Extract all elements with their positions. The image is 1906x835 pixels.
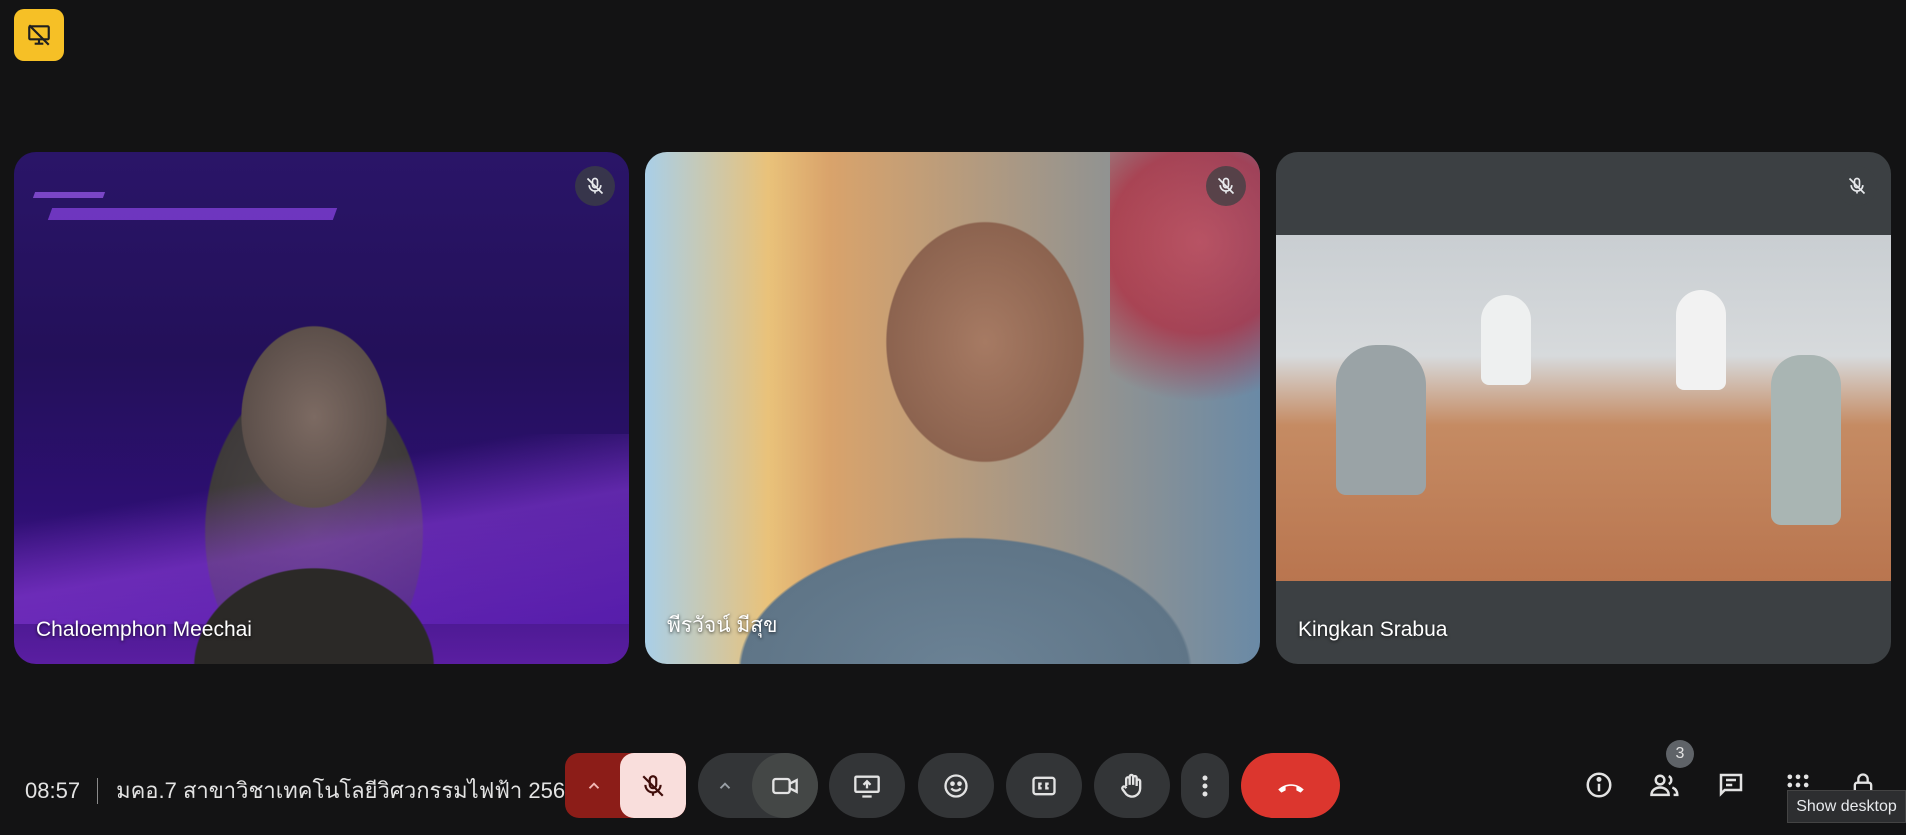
- present-screen-button[interactable]: [829, 753, 905, 818]
- divider: [97, 777, 99, 804]
- present-screen-icon: [854, 775, 880, 798]
- raise-hand-button[interactable]: [1094, 753, 1170, 818]
- participant-video: [164, 247, 464, 664]
- participant-name: พีรวัจน์ มีสุข: [667, 614, 778, 637]
- people-button[interactable]: [1642, 762, 1688, 808]
- participant-name: Chaloemphon Meechai: [36, 618, 252, 641]
- microphone-control: [565, 753, 686, 818]
- person-shape: [1336, 345, 1426, 495]
- end-call-icon: [1277, 783, 1304, 793]
- more-options-button[interactable]: [1181, 753, 1229, 818]
- background-stripe: [32, 192, 106, 198]
- people-count-badge: 3: [1666, 740, 1694, 768]
- more-vert-icon: [1202, 775, 1208, 796]
- participant-name: Kingkan Srabua: [1298, 618, 1448, 641]
- camera-control: [698, 753, 818, 818]
- show-desktop-tooltip: Show desktop: [1787, 790, 1906, 823]
- participant-tile-2[interactable]: พีรวัจน์ มีสุข: [645, 152, 1260, 664]
- meeting-title: มคอ.7 สาขาวิชาเทคโนโลยีวิศวกรรมไฟฟ้า 256…: [116, 778, 578, 803]
- chevron-up-icon[interactable]: [698, 753, 752, 818]
- mic-off-icon: [1206, 166, 1246, 206]
- chevron-up-icon[interactable]: [565, 753, 623, 818]
- info-icon: [1586, 772, 1612, 798]
- mic-toggle-button[interactable]: [620, 753, 686, 818]
- person-shape: [1481, 295, 1531, 385]
- emoji-icon: [944, 773, 968, 798]
- participant-tile-3[interactable]: Kingkan Srabua: [1276, 152, 1891, 664]
- participant-video: [645, 152, 1260, 664]
- participant-tile-1[interactable]: Chaloemphon Meechai: [14, 152, 629, 664]
- person-shape: [1676, 290, 1726, 390]
- people-icon: [1650, 774, 1679, 797]
- reactions-button[interactable]: [918, 753, 994, 818]
- presentation-off-icon[interactable]: [14, 9, 64, 61]
- raise-hand-icon: [1121, 773, 1142, 798]
- mic-off-icon: [575, 166, 615, 206]
- participant-video: [1276, 235, 1891, 581]
- captions-button[interactable]: [1006, 753, 1082, 818]
- end-call-button[interactable]: [1241, 753, 1340, 818]
- background-stripe: [47, 208, 338, 220]
- mic-off-icon: [1837, 166, 1877, 206]
- meeting-details-button[interactable]: [1576, 762, 1622, 808]
- chat-button[interactable]: [1708, 762, 1754, 808]
- meeting-time: 08:57: [25, 777, 81, 803]
- chat-icon: [1719, 773, 1743, 797]
- person-shape: [1771, 355, 1841, 525]
- meeting-info: 08:57 มคอ.7 สาขาวิชาเทคโนโลยีวิศวกรรมไฟฟ…: [25, 773, 577, 808]
- captions-icon: [1032, 776, 1056, 795]
- camera-toggle-button[interactable]: [752, 753, 818, 818]
